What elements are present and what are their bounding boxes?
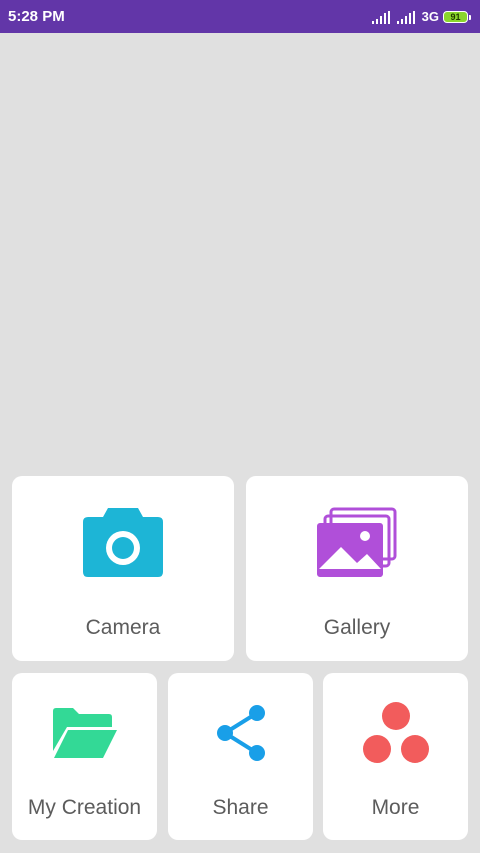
status-time: 5:28 PM [8,8,65,25]
battery-level: 91 [450,12,461,22]
my-creation-button[interactable]: My Creation [12,673,157,840]
share-label: Share [212,796,269,819]
camera-label: Camera [85,616,161,639]
gallery-label: Gallery [323,616,391,639]
battery-cap [469,14,471,20]
more-label: More [371,796,420,819]
share-icon [216,705,265,761]
gallery-icon [317,507,397,577]
more-icon [362,702,429,763]
preview-area [0,33,480,473]
network-type: 3G [421,9,439,24]
signal-icon [371,10,390,24]
folder-icon [52,708,117,758]
status-bar: 5:28 PM 3G 91 [0,0,480,33]
share-button[interactable]: Share [168,673,313,840]
gallery-button[interactable]: Gallery [246,476,468,661]
my-creation-label: My Creation [27,796,142,819]
camera-icon [83,508,163,577]
battery-icon: 91 [443,11,468,23]
status-indicators: 3G 91 [371,8,471,26]
more-button[interactable]: More [323,673,468,840]
camera-button[interactable]: Camera [12,476,234,661]
signal-icon-2 [396,10,415,24]
